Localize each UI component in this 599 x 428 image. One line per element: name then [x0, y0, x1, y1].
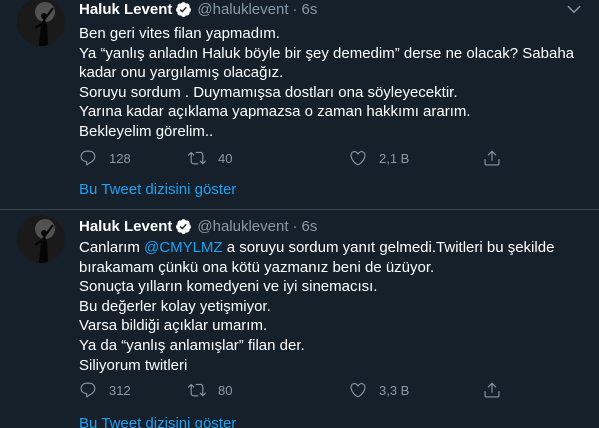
reply-icon: [80, 382, 96, 398]
tweet-line: Canlarım @CMYLMZ a soruyu sordum yanıt g…: [79, 238, 583, 258]
avatar-image: [17, 215, 65, 263]
tweet-line: Ya “yanlış anladın Haluk böyle bir şey d…: [79, 44, 574, 62]
tweet-line: Bekleyelim görelim..: [79, 122, 214, 140]
avatar-image: [17, 0, 65, 46]
share-button[interactable]: [483, 149, 501, 167]
tweet-timestamp[interactable]: 6s: [302, 218, 318, 235]
heart-icon: [350, 151, 366, 166]
tweet-line: Soruyu sordum . Duymamışsa dostları ona …: [79, 83, 458, 101]
author-handle[interactable]: @haluklevent: [197, 1, 288, 18]
tweet-text-segment: Canlarım: [79, 239, 145, 256]
more-options-icon[interactable]: [565, 0, 585, 20]
heart-icon: [350, 383, 366, 398]
tweet-line: kadar onu yargılamış olacağız.: [79, 64, 284, 82]
tweet-line: Ben geri vites filan yapmadım.: [79, 25, 280, 42]
reply-button[interactable]: 312: [79, 381, 131, 399]
verified-badge-icon: [175, 1, 192, 18]
tweet-line: Bu değerler kolay yetişmiyor.: [79, 297, 271, 315]
reply-count: 128: [109, 150, 131, 166]
verified-badge-icon: [175, 218, 192, 235]
tweet-header: Haluk Levent @haluklevent · 6s: [79, 0, 317, 19]
retweet-icon: [188, 151, 206, 165]
tweet[interactable]: Haluk Levent @haluklevent · 6s Canlarım …: [0, 210, 599, 428]
like-button[interactable]: 2,1 B: [349, 149, 409, 167]
tweet-actions: 312 80 3,3 B: [79, 380, 539, 400]
tweet-header: Haluk Levent @haluklevent · 6s: [79, 216, 317, 236]
reply-button[interactable]: 128: [79, 149, 131, 167]
reply-count: 312: [109, 382, 131, 398]
tweet[interactable]: Haluk Levent @haluklevent · 6s Ben geri …: [0, 0, 599, 210]
author-handle[interactable]: @haluklevent: [197, 218, 288, 235]
retweet-count: 40: [218, 150, 233, 166]
tweet-actions: 128 40 2,1 B: [79, 148, 539, 168]
like-button[interactable]: 3,3 B: [349, 381, 409, 399]
tweet-line: Ya da “yanlış anlamışlar” filan der.: [79, 336, 305, 354]
tweet-text-segment: a soruyu sordum yanıt gelmedi.Twitleri b…: [222, 239, 555, 256]
author-name[interactable]: Haluk Levent: [79, 1, 172, 18]
separator-dot: ·: [292, 0, 298, 18]
author-name[interactable]: Haluk Levent: [79, 218, 172, 235]
tweet-line: Siliyorum twitleri: [79, 356, 188, 374]
like-count: 2,1 B: [379, 150, 410, 166]
avatar[interactable]: [17, 215, 65, 263]
share-icon: [484, 382, 500, 398]
show-thread-link[interactable]: Bu Tweet dizisini göster: [79, 181, 236, 198]
show-thread-link[interactable]: Bu Tweet dizisini göster: [79, 415, 236, 428]
separator-dot: ·: [292, 217, 298, 235]
retweet-icon: [188, 383, 206, 397]
like-count: 3,3 B: [379, 382, 410, 398]
retweet-count: 80: [218, 382, 233, 398]
reply-icon: [80, 150, 96, 166]
retweet-button[interactable]: 80: [188, 381, 232, 399]
tweet-line: bırakamam çünkü ona kötü yazmanız beni d…: [79, 258, 435, 276]
share-icon: [484, 150, 500, 166]
tweet-text: Ben geri vites filan yapmadım. Ya “yanlı…: [79, 24, 583, 142]
tweet-line: Sonuçta yılların komedyeni ve iyi sinema…: [79, 278, 378, 296]
tweet-line: Yarına kadar açıklama yapmazsa o zaman h…: [79, 103, 471, 121]
tweet-text: Canlarım @CMYLMZ a soruyu sordum yanıt g…: [79, 238, 583, 375]
tweet-line: Varsa bildiği açıklar umarım.: [79, 317, 268, 335]
share-button[interactable]: [483, 381, 501, 399]
mention-link[interactable]: @CMYLMZ: [144, 239, 223, 256]
avatar[interactable]: [17, 0, 65, 46]
tweet-timestamp[interactable]: 6s: [302, 1, 318, 18]
retweet-button[interactable]: 40: [188, 149, 232, 167]
